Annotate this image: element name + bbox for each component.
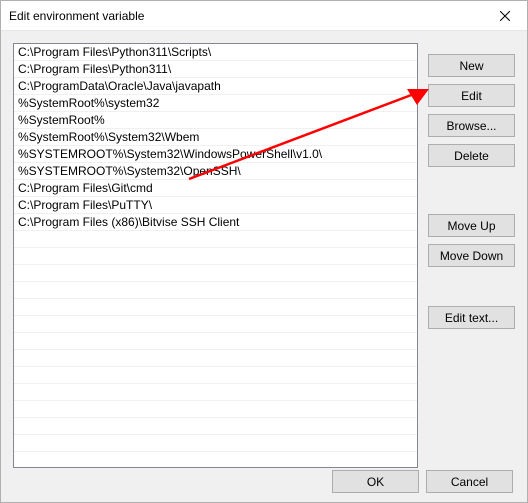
path-row[interactable]: %SYSTEMROOT%\System32\WindowsPowerShell\… bbox=[14, 146, 417, 163]
path-row[interactable] bbox=[14, 231, 417, 248]
ok-button[interactable]: OK bbox=[332, 470, 419, 493]
path-row[interactable] bbox=[14, 384, 417, 401]
dialog-footer: OK Cancel bbox=[1, 468, 527, 502]
move-up-button[interactable]: Move Up bbox=[428, 214, 515, 237]
delete-button[interactable]: Delete bbox=[428, 144, 515, 167]
path-list: C:\Program Files\Python311\Scripts\C:\Pr… bbox=[14, 44, 417, 452]
path-row[interactable]: C:\Program Files (x86)\Bitvise SSH Clien… bbox=[14, 214, 417, 231]
path-row[interactable] bbox=[14, 316, 417, 333]
path-row[interactable] bbox=[14, 401, 417, 418]
path-row[interactable] bbox=[14, 418, 417, 435]
cancel-button[interactable]: Cancel bbox=[426, 470, 513, 493]
path-row[interactable] bbox=[14, 435, 417, 452]
move-down-button[interactable]: Move Down bbox=[428, 244, 515, 267]
path-row[interactable] bbox=[14, 367, 417, 384]
edit-button[interactable]: Edit bbox=[428, 84, 515, 107]
side-button-column: New Edit Browse... Delete Move Up Move D… bbox=[428, 43, 515, 468]
path-row[interactable]: C:\Program Files\Git\cmd bbox=[14, 180, 417, 197]
path-row[interactable]: %SystemRoot%\System32\Wbem bbox=[14, 129, 417, 146]
window-title: Edit environment variable bbox=[9, 9, 482, 23]
path-row[interactable]: C:\Program Files\Python311\Scripts\ bbox=[14, 44, 417, 61]
close-button[interactable] bbox=[482, 1, 527, 31]
path-row[interactable]: C:\Program Files\PuTTY\ bbox=[14, 197, 417, 214]
path-row[interactable] bbox=[14, 248, 417, 265]
new-button[interactable]: New bbox=[428, 54, 515, 77]
path-row[interactable] bbox=[14, 333, 417, 350]
path-row[interactable] bbox=[14, 350, 417, 367]
path-row[interactable] bbox=[14, 265, 417, 282]
edit-text-button[interactable]: Edit text... bbox=[428, 306, 515, 329]
dialog-window: Edit environment variable C:\Program Fil… bbox=[0, 0, 528, 503]
path-row[interactable]: %SystemRoot%\system32 bbox=[14, 95, 417, 112]
path-row[interactable] bbox=[14, 282, 417, 299]
dialog-body: C:\Program Files\Python311\Scripts\C:\Pr… bbox=[1, 31, 527, 468]
path-row[interactable]: C:\Program Files\Python311\ bbox=[14, 61, 417, 78]
path-row[interactable]: %SystemRoot% bbox=[14, 112, 417, 129]
path-row[interactable]: C:\ProgramData\Oracle\Java\javapath bbox=[14, 78, 417, 95]
path-row[interactable]: %SYSTEMROOT%\System32\OpenSSH\ bbox=[14, 163, 417, 180]
path-row[interactable] bbox=[14, 299, 417, 316]
title-bar: Edit environment variable bbox=[1, 1, 527, 31]
close-icon bbox=[500, 11, 510, 21]
path-listbox[interactable]: C:\Program Files\Python311\Scripts\C:\Pr… bbox=[13, 43, 418, 468]
browse-button[interactable]: Browse... bbox=[428, 114, 515, 137]
